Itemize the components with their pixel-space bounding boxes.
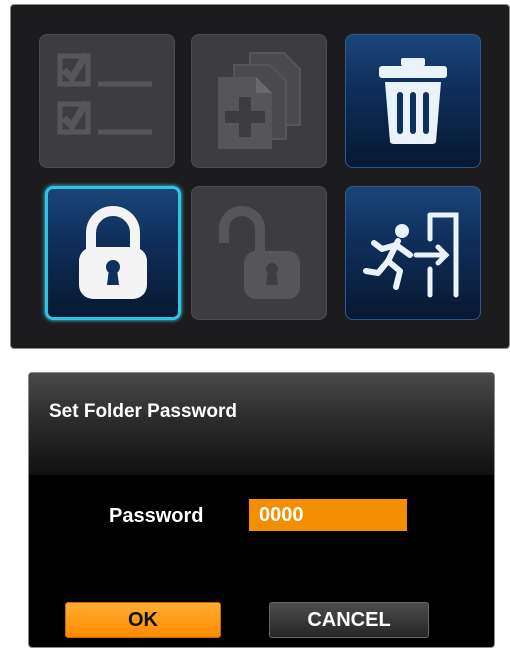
menu-panel — [10, 4, 510, 349]
set-password-dialog: Set Folder Password Password 0000 OK CAN… — [28, 372, 495, 648]
cancel-button[interactable]: CANCEL — [269, 602, 429, 638]
delete-tile[interactable] — [345, 34, 481, 168]
trash-icon — [379, 58, 447, 144]
locked-padlock-icon — [79, 206, 147, 299]
select-items-tile[interactable] — [39, 34, 175, 168]
ok-button[interactable]: OK — [65, 602, 221, 638]
unlock-tile[interactable] — [191, 186, 327, 320]
unlocked-padlock-icon — [219, 206, 300, 299]
password-label: Password — [109, 505, 204, 527]
password-field[interactable]: 0000 — [249, 499, 407, 531]
dialog-title: Set Folder Password — [49, 401, 237, 422]
add-copy-icon — [218, 52, 301, 149]
copy-tile[interactable] — [191, 34, 327, 168]
exit-icon — [363, 212, 459, 298]
dialog-header — [29, 373, 494, 475]
lock-tile[interactable] — [45, 186, 181, 320]
exit-tile[interactable] — [345, 186, 481, 320]
checklist-icon — [57, 52, 152, 135]
